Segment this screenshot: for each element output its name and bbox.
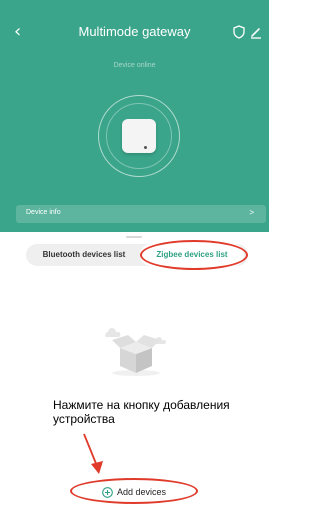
- plus-circle-icon: [102, 486, 113, 498]
- zigbee-tab-highlight-circle: [140, 240, 248, 270]
- page-title: Multimode gateway: [78, 24, 191, 39]
- gateway-device-image: [122, 119, 156, 153]
- annotation-arrow: [83, 433, 103, 474]
- device-info-label: Device info: [26, 209, 61, 216]
- edit-icon[interactable]: [250, 26, 262, 39]
- screen: ‹ Multimode gateway Device online Device…: [0, 0, 269, 511]
- device-status: Device online: [113, 62, 156, 69]
- shield-icon[interactable]: [232, 25, 246, 39]
- top-nav-bar: ‹ Multimode gateway: [0, 22, 269, 42]
- empty-box-icon: [105, 328, 166, 376]
- device-info-row[interactable]: Device info >: [16, 205, 266, 223]
- instruction-annotation: Нажмите на кнопку добавления устройства: [53, 398, 230, 426]
- gateway-led-dot: [144, 146, 147, 149]
- add-devices-label: Add devices: [117, 487, 167, 497]
- tab-bluetooth-devices[interactable]: Bluetooth devices list: [32, 244, 136, 266]
- add-devices-button[interactable]: Add devices: [102, 485, 166, 499]
- sheet-drag-handle[interactable]: [126, 236, 142, 238]
- chevron-right-icon: >: [249, 208, 254, 217]
